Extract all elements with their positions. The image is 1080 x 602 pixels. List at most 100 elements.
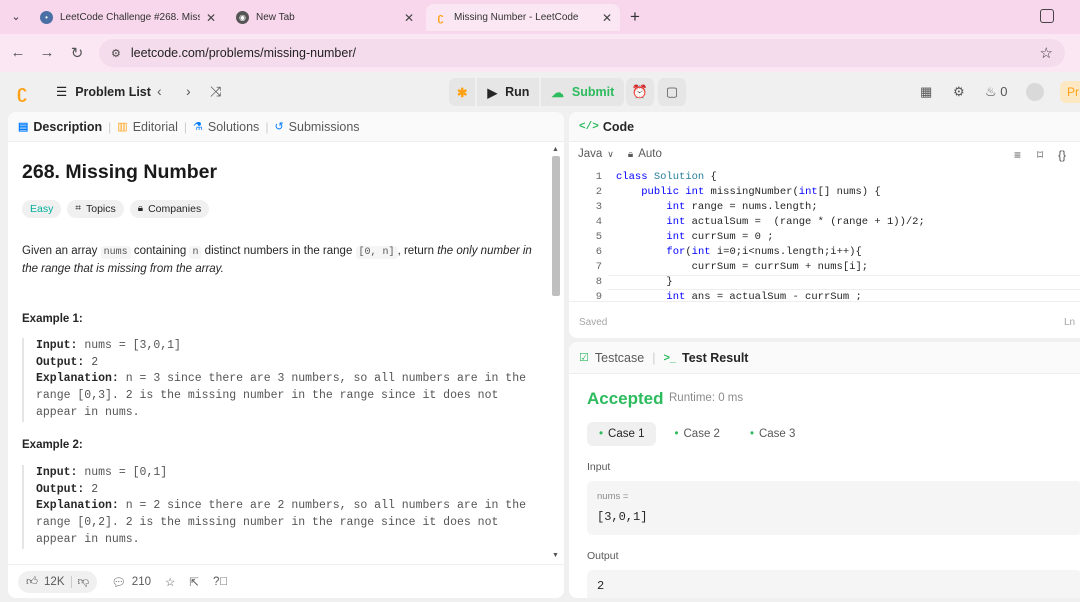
prev-problem-chevron-icon[interactable]: ‹ (157, 83, 162, 99)
forward-arrow-icon[interactable]: → (38, 44, 56, 61)
line-number: 5 (595, 231, 602, 243)
example-input: nums = [0,1] (84, 466, 168, 479)
stmt-code: n (189, 246, 202, 259)
code-text: class Solution { (616, 171, 717, 183)
case-1-tab[interactable]: • Case 1 (587, 422, 657, 446)
help-button[interactable]: ?⃝ (213, 576, 228, 588)
code-text: int range = nums.length; (666, 201, 818, 213)
braces-icon[interactable]: {} (1058, 148, 1066, 162)
problem-list-label: Problem List (75, 84, 151, 99)
tab-submissions[interactable]: ↺ Submissions (274, 120, 359, 134)
new-tab-icon[interactable]: + (626, 7, 644, 27)
code-text: int ans = actualSum - currSum ; (666, 291, 862, 300)
back-arrow-icon[interactable]: ← (9, 44, 27, 61)
tab-search-chevron-icon[interactable]: ⌄ (8, 9, 24, 25)
comments-button[interactable]: 💬︎ 210 (111, 575, 151, 589)
debug-button[interactable]: ✱ (449, 78, 476, 106)
output-value[interactable]: 2 (597, 579, 604, 593)
thumbs-up-icon[interactable]: 👍︎ (26, 575, 38, 589)
reload-icon[interactable]: ↻ (68, 44, 86, 62)
close-tab-icon[interactable]: ✕ (602, 11, 612, 25)
run-label: Run (505, 85, 530, 99)
output-section-label: Output (587, 550, 619, 562)
notes-button[interactable]: ▢ (658, 78, 686, 106)
address-bar[interactable]: ⚙ leetcode.com/problems/missing-number/ … (99, 39, 1065, 67)
document-icon: ▤ (18, 121, 29, 133)
line-number: 8 (595, 276, 602, 288)
problem-statement: Given an array nums containing n distinc… (22, 243, 537, 278)
line-number: 4 (595, 216, 602, 228)
format-icon[interactable]: ≡ (1014, 148, 1021, 162)
description-scrollbar[interactable]: ▲ ▼ (551, 146, 561, 562)
tab-editorial[interactable]: ▥ Editorial (117, 120, 178, 134)
problem-title[interactable]: 268. Missing Number (22, 161, 217, 184)
settings-gear-icon[interactable]: ⚙ (953, 84, 965, 100)
tab-label: Submissions (288, 119, 360, 134)
browser-tab-bar: ⌄ • LeetCode Challenge #268. Missing ✕ ◉… (0, 0, 1080, 34)
scrollbar-thumb[interactable] (552, 156, 560, 296)
language-select[interactable]: Java (578, 148, 602, 160)
topics-label: Topics (85, 203, 116, 215)
timer-button[interactable]: ⏰ (626, 78, 654, 106)
site-info-icon[interactable]: ⚙ (111, 47, 121, 60)
case-3-tab[interactable]: • Case 3 (738, 422, 807, 446)
streak-counter[interactable]: ♨ 0 (985, 84, 1008, 100)
premium-button[interactable]: Pr (1060, 81, 1080, 103)
cursor-position: Ln (1064, 317, 1076, 328)
window-restore-icon[interactable] (1040, 9, 1054, 23)
browser-tab-challenge[interactable]: • LeetCode Challenge #268. Missing ✕ (32, 4, 224, 31)
close-tab-icon[interactable]: ✕ (206, 11, 216, 25)
next-problem-chevron-icon[interactable]: › (186, 83, 191, 99)
case-label: Case 3 (758, 428, 796, 440)
code-text: int actualSum = (range * (range + 1))/2; (666, 216, 925, 228)
checkbox-icon: ☑ (579, 352, 589, 364)
case-2-tab[interactable]: • Case 2 (662, 422, 731, 446)
case-tabs: • Case 1 • Case 2 • Case 3 (587, 422, 807, 446)
code-editor[interactable]: 1 class Solution { 2 public int missingNu… (569, 170, 1080, 300)
output-label: Output: (36, 482, 85, 496)
submit-button[interactable]: ☁ Submit (541, 78, 625, 106)
description-tab-bar: ▤ Description | ▥ Editorial | ⚗ Solution… (8, 112, 564, 142)
input-variable-name: nums = (597, 491, 629, 502)
bookmark-icon[interactable]: ⌑ (1037, 148, 1043, 162)
scroll-down-icon[interactable]: ▼ (552, 552, 559, 559)
explanation-text: n = 2 since there are 2 numbers, so all … (125, 499, 526, 513)
tag-icon: ⌗ (75, 203, 81, 214)
tab-test-result[interactable]: >_ Test Result (663, 351, 748, 365)
tab-description[interactable]: ▤ Description (18, 120, 102, 134)
layout-icon[interactable]: ▦ (920, 84, 932, 100)
shuffle-icon[interactable]: ⤨ (210, 83, 221, 100)
companies-tag[interactable]: 🔒︎ Companies (129, 200, 210, 218)
favorite-button[interactable]: ☆ (165, 575, 175, 589)
example-2-heading: Example 2: (22, 439, 83, 451)
example-output: 2 (91, 482, 99, 496)
run-submit-group: ✱ ▶ Run ☁ Submit (449, 78, 625, 106)
current-line-highlight (608, 275, 1080, 290)
share-button[interactable]: ⇱ (189, 575, 199, 589)
auto-mode-label[interactable]: Auto (638, 148, 662, 160)
description-panel: ▤ Description | ▥ Editorial | ⚗ Solution… (8, 112, 564, 598)
input-section-label: Input (587, 461, 611, 473)
thumbs-down-icon[interactable]: 👎︎ (78, 575, 90, 589)
chevron-down-icon[interactable]: ∨ (607, 149, 614, 160)
close-tab-icon[interactable]: ✕ (404, 11, 414, 25)
scroll-up-icon[interactable]: ▲ (552, 146, 559, 153)
topics-tag[interactable]: ⌗ Topics (67, 200, 124, 218)
problem-list-button[interactable]: ☰ Problem List (56, 84, 151, 100)
leetcode-logo-icon[interactable]: ʗ (17, 82, 37, 102)
explanation-label: Explanation: (36, 372, 119, 386)
tab-label: Description (33, 119, 103, 134)
browser-tab-new-tab[interactable]: ◉ New Tab ✕ (228, 4, 422, 31)
pass-dot-icon: • (599, 428, 604, 440)
input-value[interactable]: [3,0,1] (597, 510, 647, 524)
tab-testcase[interactable]: ☑ Testcase (579, 351, 644, 365)
tab-solutions[interactable]: ⚗ Solutions (193, 120, 259, 134)
tab-label: Solutions (207, 119, 260, 134)
browser-tab-missing-number[interactable]: ʗ Missing Number - LeetCode ✕ (426, 4, 620, 31)
run-button[interactable]: ▶ Run (477, 78, 540, 106)
avatar[interactable] (1026, 83, 1044, 101)
case-label: Case 1 (608, 428, 645, 440)
flame-icon: ♨ (985, 84, 997, 99)
bookmark-star-icon[interactable]: ☆ (1040, 44, 1053, 62)
example-output: 2 (91, 355, 99, 369)
